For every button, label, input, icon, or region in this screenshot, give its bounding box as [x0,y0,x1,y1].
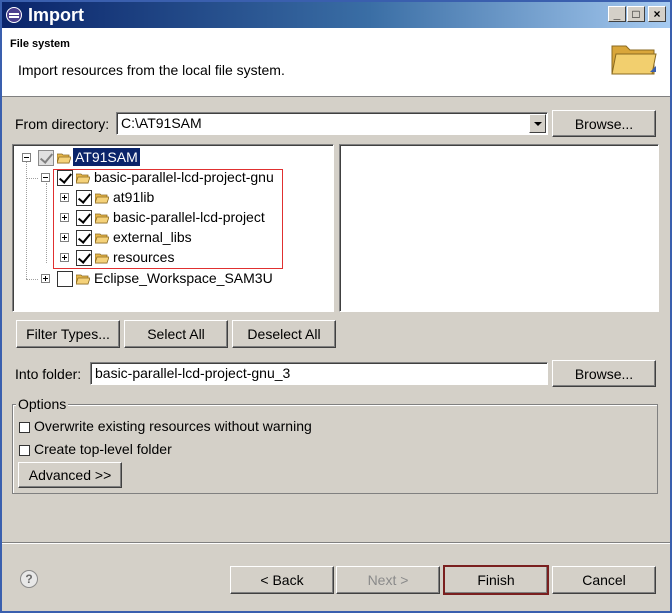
browse-folder-button[interactable]: Browse... [552,360,656,387]
back-button[interactable]: < Back [230,566,334,594]
window-title: Import [28,5,84,25]
eclipse-icon [6,7,22,23]
create-top-level-label[interactable]: Create top-level folder [34,441,172,457]
close-icon: × [653,7,661,21]
tree-node-root[interactable]: AT91SAM [13,147,331,168]
wizard-header: File system Import resources from the lo… [2,28,670,97]
footer-separator [2,542,670,544]
folder-icon [611,45,657,75]
page-description: Import resources from the local file sys… [18,62,285,78]
other-checkbox[interactable] [57,271,73,287]
maximize-button[interactable]: □ [627,6,645,22]
title-bar[interactable]: Import _ □ × [2,2,670,28]
folder-tree[interactable]: AT91SAM basic-parallel-lcd-project-gnu a… [12,144,334,312]
collapse-icon[interactable] [22,153,31,162]
import-dialog: Import _ □ × File system Import resource… [0,0,672,613]
collapse-icon[interactable] [41,173,50,182]
deselect-all-button[interactable]: Deselect All [232,320,336,348]
page-title: File system [10,38,70,50]
open-folder-icon [76,274,90,285]
chevron-down-icon[interactable] [529,114,546,133]
into-folder-input[interactable]: basic-parallel-lcd-project-gnu_3 [90,362,548,385]
maximize-icon: □ [632,7,640,21]
next-button[interactable]: Next > [336,566,440,594]
cancel-button[interactable]: Cancel [552,566,656,594]
advanced-button[interactable]: Advanced >> [18,462,122,488]
create-top-level-checkbox[interactable] [19,445,30,456]
browse-directory-button[interactable]: Browse... [552,110,656,137]
finish-button[interactable]: Finish [443,565,549,595]
tree-node-other[interactable]: Eclipse_Workspace_SAM3U [13,269,331,289]
overwrite-label[interactable]: Overwrite existing resources without war… [34,418,312,434]
close-button[interactable]: × [648,6,666,22]
from-directory-value: C:\AT91SAM [121,115,202,131]
overwrite-checkbox[interactable] [19,422,30,433]
from-directory-combo[interactable]: C:\AT91SAM [116,112,548,135]
expand-icon[interactable] [41,274,50,283]
other-label: Eclipse_Workspace_SAM3U [94,270,273,286]
file-list[interactable] [339,144,659,312]
from-directory-label: From directory: [15,116,110,132]
minimize-icon: _ [613,7,621,21]
minimize-button[interactable]: _ [608,6,626,22]
filter-types-button[interactable]: Filter Types... [16,320,120,348]
open-folder-icon [57,153,71,164]
select-all-button[interactable]: Select All [124,320,228,348]
into-folder-label: Into folder: [15,366,82,382]
options-label: Options [16,396,69,412]
root-checkbox[interactable] [38,150,54,166]
highlight-box [53,169,283,269]
root-label: AT91SAM [72,147,141,167]
help-icon[interactable]: ? [20,570,38,588]
into-folder-value: basic-parallel-lcd-project-gnu_3 [95,365,291,381]
